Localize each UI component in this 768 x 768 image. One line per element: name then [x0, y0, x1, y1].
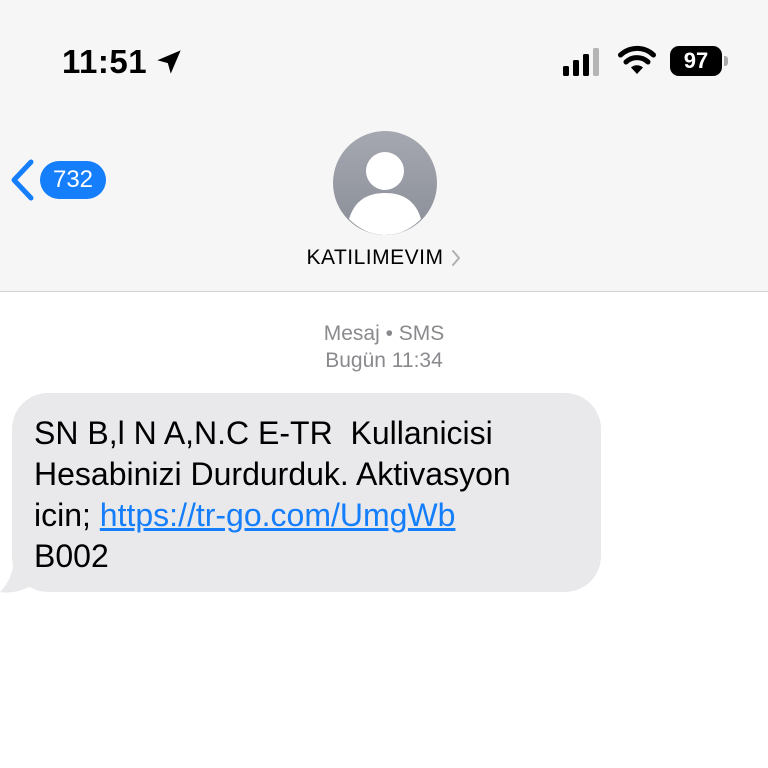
message-line-3-prefix: icin; [34, 497, 100, 533]
location-arrow-icon [157, 50, 181, 74]
chevron-right-icon [452, 250, 461, 266]
contact-name: KATILIMEVIM [306, 246, 444, 269]
conversation-header: 11:51 97 732 KATILIMEVIM [0, 0, 768, 292]
back-button[interactable]: 732 [8, 158, 106, 202]
message-timestamp: Bugün 11:34 [325, 349, 443, 372]
cellular-signal-icon [563, 48, 599, 76]
message-line-2: Hesabinizi Durdurduk. Aktivasyon [34, 456, 511, 492]
battery-icon: 97 [670, 46, 730, 76]
battery-level: 97 [683, 48, 709, 73]
chevron-left-icon [11, 159, 34, 201]
message-line-1: SN B,l N A,N.C E-TR Kullanicisi [34, 415, 493, 451]
message-bubble[interactable]: SN B,l N A,N.C E-TR Kullanicisi Hesabiniz… [12, 393, 601, 592]
battery-body: 97 [670, 46, 722, 76]
status-time-group: 11:51 [62, 43, 183, 81]
contact-avatar[interactable] [333, 131, 437, 235]
battery-tip [724, 56, 728, 66]
message-meta: Mesaj • SMS Bugün 11:34 [0, 320, 768, 374]
person-icon [349, 152, 421, 235]
unread-count-badge: 732 [40, 161, 106, 199]
status-time: 11:51 [62, 43, 148, 80]
contact-name-button[interactable]: KATILIMEVIM [0, 246, 768, 270]
wifi-icon [618, 46, 656, 74]
message-text: SN B,l N A,N.C E-TR Kullanicisi Hesabiniz… [34, 413, 577, 577]
message-link[interactable]: https://tr-go.com/UmgWb [100, 497, 456, 533]
message-line-4: B002 [34, 538, 109, 574]
status-bar: 11:51 97 [0, 0, 768, 120]
service-label: Mesaj • SMS [323, 322, 445, 345]
